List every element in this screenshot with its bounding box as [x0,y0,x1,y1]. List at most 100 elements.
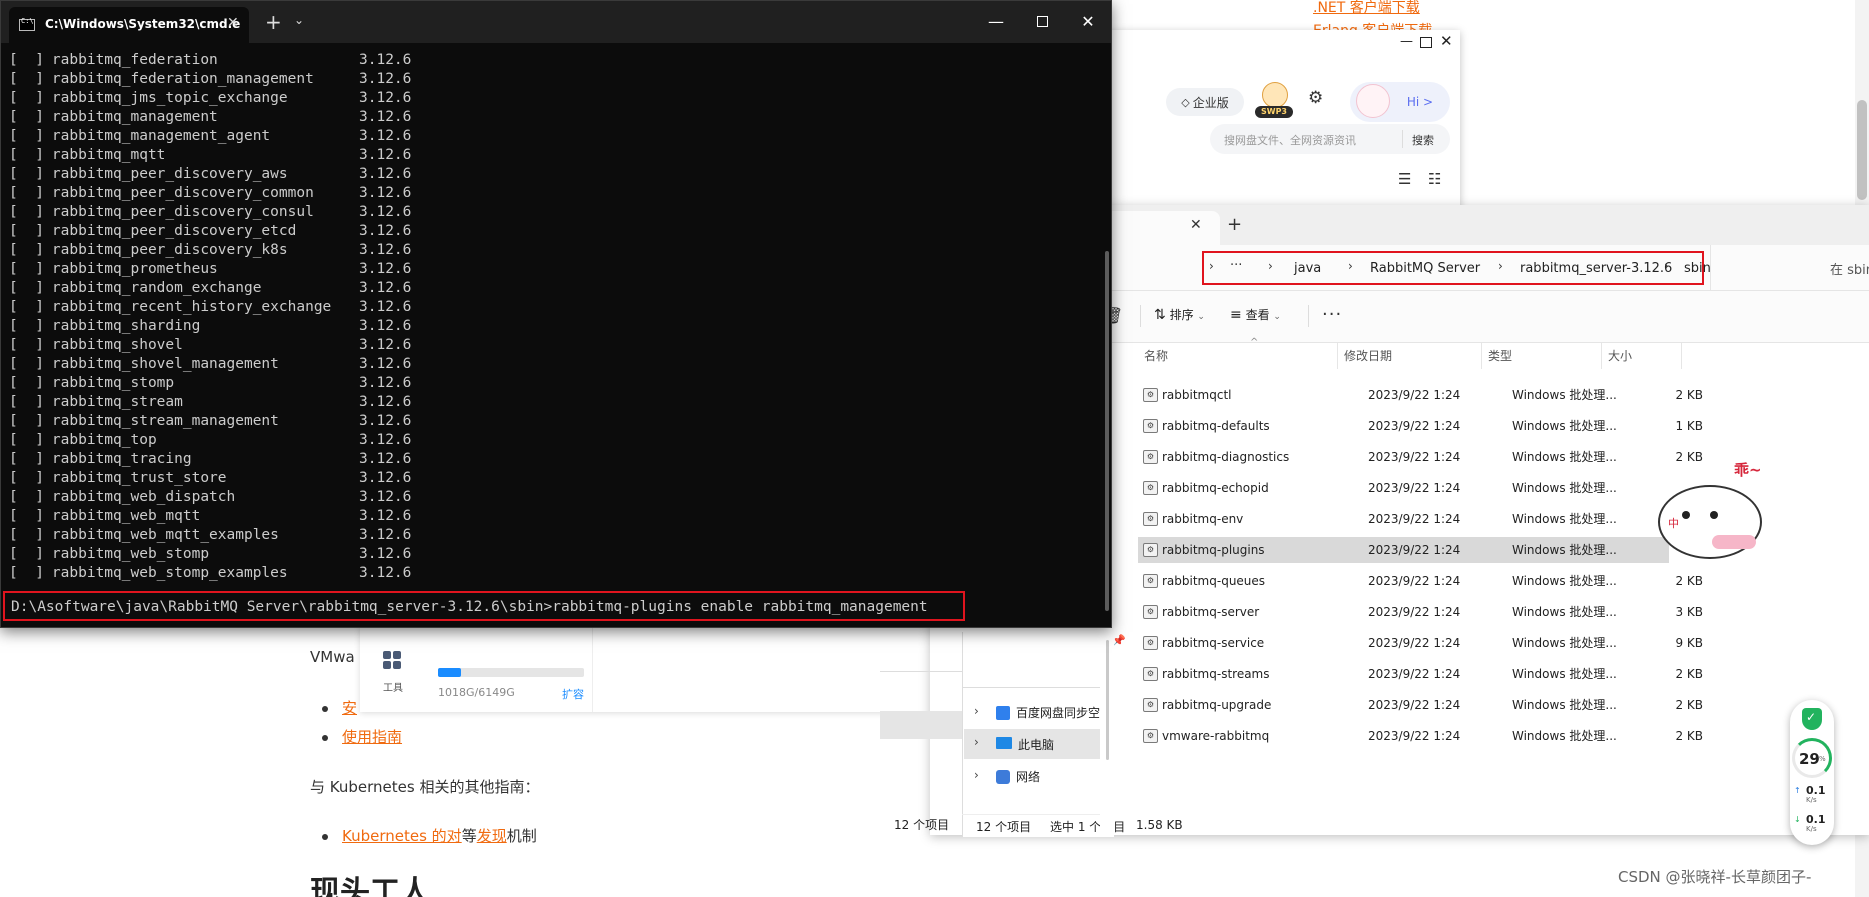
breadcrumb-sbin[interactable]: sbin [1684,261,1711,276]
plugin-checkbox: [ ] [9,166,44,182]
dotnet-client-link[interactable]: .NET 客户端下载 [1313,0,1420,17]
sort-button[interactable]: ⇅ 排序 ⌄ [1154,306,1205,328]
file-type: Windows 批处理... [1512,543,1617,557]
plugin-name: rabbitmq_sharding [51,318,201,334]
file-row[interactable]: ⚙ rabbitmq-upgrade 2023/9/22 1:24 Windows 批… [1138,692,1703,718]
plugin-checkbox: [ ] [9,299,44,315]
file-row[interactable]: ⚙ rabbitmq-env 2023/9/22 1:24 Windows 批处理..… [1138,506,1669,532]
usage-guide-link[interactable]: 使用指南 [342,726,402,747]
plugin-version: 3.12.6 [359,318,412,334]
cpu-value: 29 [1799,750,1820,768]
nav-scroll-thumb[interactable] [1106,640,1109,760]
maximize-button[interactable] [1420,37,1432,48]
nav-item-this-pc[interactable]: › 此电脑 [964,729,1102,759]
sort-icon: ⇅ [1154,307,1166,323]
expand-chevron-icon[interactable]: › [974,735,979,749]
explorer-search-input[interactable]: 在 sbin [1830,259,1869,278]
enterprise-button[interactable]: ◇ 企业版 [1166,88,1244,116]
page-scrollbar-thumb[interactable] [1857,100,1867,200]
file-row[interactable]: ⚙ rabbitmq-server 2023/9/22 1:24 Windows 批处… [1138,599,1703,625]
download-arrow-icon: ↓ [1794,815,1801,824]
cmd-scrollbar[interactable] [1105,251,1109,611]
batch-file-icon: ⚙ [1143,729,1158,743]
cmd-maximize-button[interactable] [1019,1,1065,43]
close-button[interactable]: ✕ [1440,32,1453,50]
column-size[interactable]: 大小 [1602,343,1682,369]
cmd-close-button[interactable]: ✕ [1065,1,1111,43]
plugin-name: rabbitmq_management [51,109,218,125]
file-type: Windows 批处理... [1512,636,1617,650]
shield-icon: ✓ [1802,708,1822,730]
file-type: Windows 批处理... [1512,605,1617,619]
address-breadcrumb[interactable]: › ··· › java › RabbitMQ Server › rabbitm… [1202,251,1711,285]
file-row[interactable]: ⚙ rabbitmq-service 2023/9/22 1:24 Windows 批… [1138,630,1703,656]
settings-icon[interactable]: ⚙ [1308,88,1323,108]
baidu-search-box[interactable]: 搜网盘文件、全网资源资讯 搜索 [1210,124,1450,154]
cmd-minimize-button[interactable]: — [973,1,1019,43]
tab-close-icon[interactable]: ✕ [227,15,239,31]
baidu-search-input[interactable]: 搜网盘文件、全网资源资讯 [1224,132,1356,148]
k8s-link[interactable]: Kubernetes 的对 [342,827,462,845]
file-row[interactable]: ⚙ rabbitmq-diagnostics 2023/9/22 1:24 Windo… [1138,444,1703,470]
install-link[interactable]: 安 [342,697,357,718]
breadcrumb-server-folder[interactable]: rabbitmq_server-3.12.6 [1520,261,1672,276]
new-tab-icon[interactable]: + [1227,214,1242,235]
file-row[interactable]: ⚙ rabbitmq-echopid 2023/9/22 1:24 Windows 批… [1138,475,1669,501]
file-name: rabbitmqctl [1162,388,1232,402]
column-name[interactable]: 名称 [1138,343,1338,369]
plugin-name: rabbitmq_web_dispatch [51,489,236,505]
plugin-line: [ ] rabbitmq_stomp 3.12.6 [9,374,411,393]
plugin-version: 3.12.6 [359,223,412,239]
breadcrumb-overflow-icon[interactable]: ··· [1230,258,1242,273]
cmd-command-line[interactable]: D:\Asoftware\java\RabbitMQ Server\rabbit… [11,599,928,615]
svip-avatar[interactable]: SWP3 [1254,80,1294,120]
plugin-checkbox: [ ] [9,546,44,562]
batch-file-icon: ⚙ [1143,605,1158,619]
bottom-heading-clip: 现头工人 [310,876,450,897]
expand-chevron-icon[interactable]: › [974,704,979,718]
file-name: rabbitmq-env [1162,512,1244,526]
file-row[interactable]: ⚙ rabbitmqctl 2023/9/22 1:24 Windows 批处理...… [1138,382,1703,408]
new-tab-icon[interactable]: + [265,10,282,34]
plugin-line: [ ] rabbitmq_peer_discovery_etcd 3.12.6 [9,222,411,241]
expand-chevron-icon[interactable]: › [974,768,979,782]
tab-close-icon[interactable]: ✕ [1190,217,1202,233]
plugin-line: [ ] rabbitmq_peer_discovery_k8s 3.12.6 [9,241,411,260]
tab-dropdown-icon[interactable]: ⌄ [294,13,304,27]
column-type[interactable]: 类型 [1482,343,1602,369]
plugin-name: rabbitmq_top [51,432,157,448]
user-hi-button[interactable]: Hi > [1350,82,1450,122]
plugin-name: rabbitmq_web_mqtt [51,508,201,524]
file-row[interactable]: ⚙ vmware-rabbitmq 2023/9/22 1:24 Windows 批处… [1138,723,1703,749]
more-options-button[interactable]: ... [1322,299,1342,320]
breadcrumb-java[interactable]: java [1294,261,1321,276]
column-modified[interactable]: 修改日期 [1338,343,1482,369]
file-row[interactable]: ⚙ rabbitmq-streams 2023/9/22 1:24 Windows 批… [1138,661,1703,687]
file-type: Windows 批处理... [1512,574,1617,588]
file-size: 2 KB [1675,667,1703,681]
baidu-search-button[interactable]: 搜索 [1412,132,1434,148]
plugin-name: rabbitmq_peer_discovery_etcd [51,223,297,239]
list-view-icon[interactable]: ☷ [1428,170,1441,188]
system-monitor-widget[interactable]: ✓ 29 % ↑ 0.1 K/s ↓ 0.1 K/s [1790,700,1834,845]
breadcrumb-rabbitmq-server[interactable]: RabbitMQ Server [1370,261,1480,276]
plugin-version: 3.12.6 [359,394,412,410]
plugin-name: rabbitmq_peer_discovery_common [51,185,314,201]
file-row[interactable]: ⚙ rabbitmq-queues 2023/9/22 1:24 Windows 批处… [1138,568,1703,594]
plugin-version: 3.12.6 [359,527,412,543]
discovery-link[interactable]: 发现 [477,827,507,845]
expand-link[interactable]: 扩容 [562,686,584,702]
file-modified: 2023/9/22 1:24 [1368,698,1461,712]
file-row[interactable]: ⚙ rabbitmq-defaults 2023/9/22 1:24 Windows … [1138,413,1703,439]
plugin-checkbox: [ ] [9,147,44,163]
minimize-button[interactable]: — [1400,34,1413,49]
upload-unit: K/s [1806,796,1817,804]
cmd-tab[interactable]: C:\ C:\Windows\System32\cmd.e ✕ [9,7,249,43]
tools-icon[interactable] [382,650,402,670]
file-row[interactable]: ⚙ rabbitmq-plugins 2023/9/22 1:24 Windows 批… [1138,537,1669,563]
plugin-checkbox: [ ] [9,337,44,353]
view-button[interactable]: ≡ 查看 ⌄ [1230,306,1281,328]
pin-icon[interactable]: 📌 [1112,634,1126,647]
sort-list-icon[interactable]: ☰ [1398,170,1411,188]
user-avatar [1356,84,1390,118]
